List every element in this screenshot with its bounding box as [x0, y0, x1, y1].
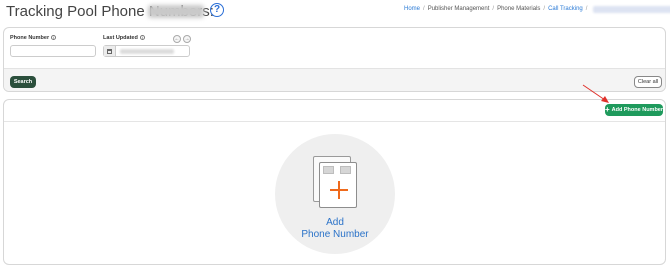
redacted-date-range [120, 49, 174, 54]
last-updated-label-text: Last Updated [103, 35, 138, 41]
empty-state-add-label[interactable]: Add [275, 217, 395, 229]
breadcrumb-redacted [593, 6, 670, 13]
redacted-pool-name [148, 5, 204, 18]
last-updated-date-field[interactable] [103, 45, 190, 57]
previous-period-button[interactable]: ← [173, 35, 181, 43]
info-icon[interactable]: i [51, 35, 57, 41]
breadcrumb-call-tracking[interactable]: Call Tracking [548, 6, 583, 13]
breadcrumb-separator: / [543, 6, 546, 12]
breadcrumb-separator: / [492, 6, 495, 12]
breadcrumb-phone-materials: Phone Materials [497, 6, 541, 12]
filter-panel: Phone Number i Last Updated i ← → Search C… [3, 27, 666, 92]
next-period-button[interactable]: → [183, 35, 191, 43]
breadcrumb-publisher-management: Publisher Management [427, 6, 490, 12]
breadcrumb-separator: / [585, 6, 588, 12]
help-icon[interactable]: ? [210, 3, 224, 17]
filter-footer [4, 68, 665, 91]
phone-number-label: Phone Number i [10, 35, 57, 41]
search-button[interactable]: Search [10, 76, 36, 88]
document-add-icon [319, 162, 357, 208]
plus-icon: + [605, 105, 610, 114]
info-icon[interactable]: i [139, 35, 145, 41]
last-updated-label: Last Updated i [103, 35, 145, 41]
add-phone-number-button[interactable]: + Add Phone Number [605, 104, 663, 116]
phone-number-input[interactable] [10, 45, 96, 57]
breadcrumb-home[interactable]: Home [404, 6, 420, 13]
phone-number-label-text: Phone Number [10, 35, 50, 41]
breadcrumb: Home / Publisher Management / Phone Mate… [404, 6, 670, 13]
empty-state-phone-number-label[interactable]: Phone Number [275, 229, 395, 241]
add-phone-number-label: Add Phone Number [611, 107, 664, 113]
empty-state-add-phone-number[interactable]: Add Phone Number [275, 134, 395, 254]
clear-all-button[interactable]: Clear all [634, 76, 662, 88]
breadcrumb-separator: / [423, 6, 425, 12]
calendar-icon[interactable] [104, 46, 116, 56]
panel-toolbar: + Add Phone Number [4, 100, 665, 122]
